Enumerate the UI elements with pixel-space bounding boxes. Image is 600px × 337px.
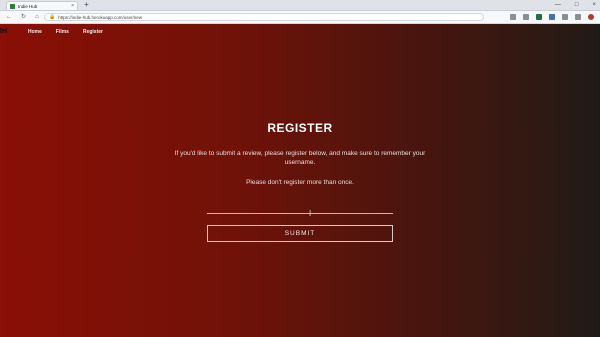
register-page: IH Home Films Register REGISTER If you'd…: [0, 24, 600, 337]
window-controls: — □ ×: [555, 0, 596, 10]
url-text[interactable]: https://indie-hub.herokuapp.com/user/new: [58, 15, 142, 20]
site-favicon-icon: [10, 3, 15, 9]
reading-view-icon[interactable]: [523, 14, 529, 20]
nav-home-link[interactable]: Home: [28, 29, 42, 35]
home-icon[interactable]: ⌂: [35, 11, 39, 23]
collections-icon[interactable]: [562, 14, 568, 20]
profile-avatar-icon[interactable]: [588, 14, 594, 20]
extension-icon[interactable]: [549, 14, 555, 20]
close-window-icon[interactable]: ×: [592, 0, 596, 10]
back-icon[interactable]: ←: [6, 11, 12, 23]
nav-films-link[interactable]: Films: [56, 29, 69, 35]
tab-title: Indie Hub: [18, 3, 38, 9]
settings-icon[interactable]: [575, 14, 581, 20]
username-input[interactable]: [207, 204, 393, 214]
nav-register-link[interactable]: Register: [83, 29, 103, 35]
tab-close-icon[interactable]: ×: [71, 2, 74, 10]
lock-icon: 🔒: [49, 14, 56, 20]
browser-tab[interactable]: Indie Hub ×: [6, 1, 78, 10]
browser-titlebar: Indie Hub × + — □ ×: [0, 0, 600, 11]
extension-icon[interactable]: [536, 14, 542, 20]
url-field[interactable]: 🔒 https://indie-hub.herokuapp.com/user/n…: [44, 13, 484, 21]
text-cursor-icon: I: [309, 209, 312, 218]
page-title: REGISTER: [267, 121, 333, 135]
new-tab-icon[interactable]: +: [84, 0, 89, 10]
site-logo[interactable]: IH: [0, 28, 7, 35]
browser-nav-buttons: ← ↻ ⌂: [6, 11, 39, 23]
maximize-icon[interactable]: □: [575, 0, 579, 10]
intro-text: If you'd like to submit a review, please…: [174, 150, 426, 166]
browser-address-bar: ← ↻ ⌂ 🔒 https://indie-hub.herokuapp.com/…: [0, 11, 600, 24]
submit-button[interactable]: SUBMIT: [207, 225, 393, 242]
browser-toolbar: [510, 11, 594, 23]
minimize-icon[interactable]: —: [555, 0, 561, 10]
site-nav: Home Films Register: [28, 29, 103, 35]
register-note: Please don't register more than once.: [246, 179, 354, 186]
refresh-icon[interactable]: ↻: [21, 11, 26, 23]
favorites-icon[interactable]: [510, 14, 516, 20]
